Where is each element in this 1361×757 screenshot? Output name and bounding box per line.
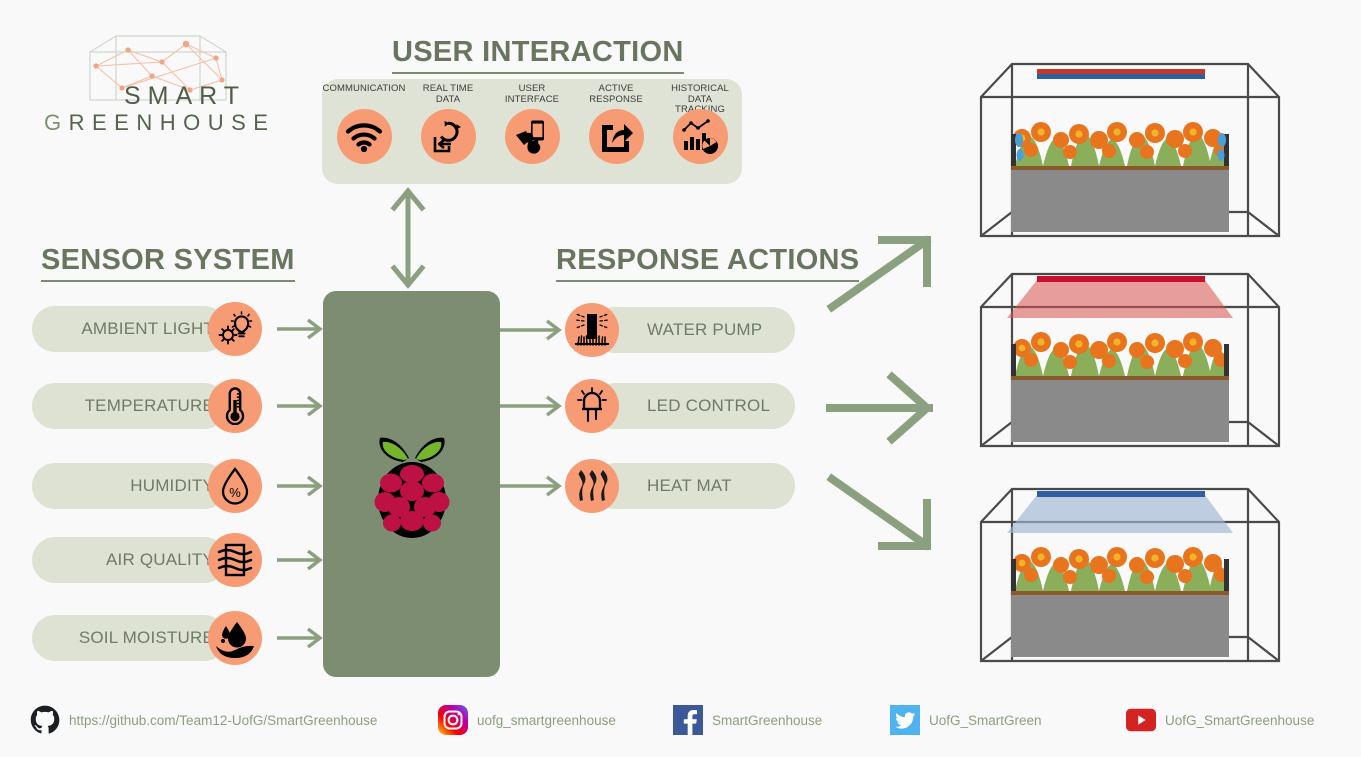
response-label-water-pump: WATER PUMP [647,320,763,339]
infographic-canvas: SMART GREENHOUSE USER INTERACTION SENSOR… [0,0,1361,757]
air-filter-icon [208,533,262,587]
sync-login-icon [420,109,476,164]
response-label-led-control: LED CONTROL [647,396,771,415]
footer-text-twitter: UofG_SmartGreen [929,712,1042,728]
sensor-label-air-quality: AIR QUALITY [105,550,214,569]
led-bulb-icon [565,379,619,433]
user-interaction-items: COMMUNICATION REAL TIME DATA USER INTERF… [322,83,742,184]
response-arrow-icon [500,319,562,341]
arrow-up-right-icon [826,235,932,313]
ui-item-communication[interactable]: COMMUNICATION [322,83,406,164]
heat-waves-icon [565,459,619,513]
wifi-icon [336,109,392,164]
response-pill-water-pump: WATER PUMP [592,307,795,353]
gh1-blue-strip [1037,74,1205,79]
github-icon [30,705,60,735]
gh3-blue-beam [1007,495,1233,533]
gh3-blue-strip [1037,491,1205,497]
response-arrow-icon [500,395,562,417]
footer-link-instagram[interactable]: uofg_smartgreenhouse [438,705,616,735]
heading-response-actions: RESPONSE ACTIONS [556,244,860,282]
double-arrow-vertical-icon [390,187,426,289]
hand-phone-touch-icon [504,109,560,164]
response-pill-heat-mat: HEAT MAT [592,463,795,509]
logo-text-greenhouse-rest: REENHOUSE [68,110,276,135]
ui-item-historical-data-tracking[interactable]: HISTORICAL DATATRACKING [658,83,742,164]
gh2-red-strip [1037,276,1205,282]
response-row-heat-mat[interactable]: HEAT MAT [0,459,800,513]
ui-label-active-response: ACTIVE RESPONSE [589,83,643,105]
sensor-label-soil-moisture: SOIL MOISTURE [78,628,214,647]
gh2-red-beam [1007,280,1233,318]
logo-text-greenhouse-first: G [44,110,69,135]
footer-link-youtube[interactable]: UofG_SmartGreenhouse [1126,705,1314,735]
greenhouse-blue-heat [979,487,1281,663]
greenhouse-red-led [979,272,1281,448]
sensor-arrow-icon [277,627,323,649]
footer-text-instagram: uofg_smartgreenhouse [477,712,616,728]
logo-text-smart: SMART [124,82,247,110]
ui-label-real-time-data: REAL TIME DATA [422,83,474,105]
arrow-down-right-icon [826,473,932,551]
response-pill-led-control: LED CONTROL [592,383,795,429]
sensor-arrow-icon [277,549,323,571]
response-row-water-pump[interactable]: WATER PUMP [0,303,800,357]
sensor-row-soil-moisture[interactable]: SOIL MOISTURE [0,611,340,665]
greenhouse-water-spray [979,62,1281,238]
heading-sensor-system: SENSOR SYSTEM [41,244,295,282]
response-arrow-icon [500,475,562,497]
ui-item-real-time-data[interactable]: REAL TIME DATA [406,83,490,164]
response-row-led-control[interactable]: LED CONTROL [0,379,800,433]
share-arrow-icon [588,109,644,164]
footer-text-facebook: SmartGreenhouse [712,712,823,728]
soil-droplet-icon [208,611,262,665]
instagram-icon [438,705,468,735]
logo-text-greenhouse: GREENHOUSE [44,110,275,136]
brand-logo: SMART GREENHOUSE [44,30,304,135]
ui-item-user-interface[interactable]: USER INTERFACE [490,83,574,164]
sensor-pill-air-quality: AIR QUALITY [32,537,227,583]
gh1-red-strip [1037,69,1205,74]
footer-link-twitter[interactable]: UofG_SmartGreen [890,705,1042,735]
facebook-icon [673,705,703,735]
ui-label-user-interface: USER INTERFACE [504,83,560,105]
footer-social-links: https://github.com/Team12-UofG/SmartGree… [0,692,1361,757]
ui-label-communication: COMMUNICATION [322,83,406,94]
sensor-row-air-quality[interactable]: AIR QUALITY [0,533,340,587]
youtube-icon [1126,705,1156,735]
ui-item-active-response[interactable]: ACTIVE RESPONSE [574,83,658,164]
footer-link-github[interactable]: https://github.com/Team12-UofG/SmartGree… [30,705,377,735]
footer-text-youtube: UofG_SmartGreenhouse [1165,712,1315,728]
water-pump-icon [565,303,619,357]
response-label-heat-mat: HEAT MAT [647,476,732,495]
analytics-chart-icon [672,109,728,164]
sensor-pill-soil-moisture: SOIL MOISTURE [32,615,227,661]
twitter-icon [890,705,920,735]
footer-text-github: https://github.com/Team12-UofG/SmartGree… [69,712,378,728]
heading-user-interaction: USER INTERACTION [392,36,684,74]
arrow-right-icon [826,371,934,445]
footer-link-facebook[interactable]: SmartGreenhouse [673,705,822,735]
ui-label-historical-data-tracking: HISTORICAL DATATRACKING [671,83,729,115]
